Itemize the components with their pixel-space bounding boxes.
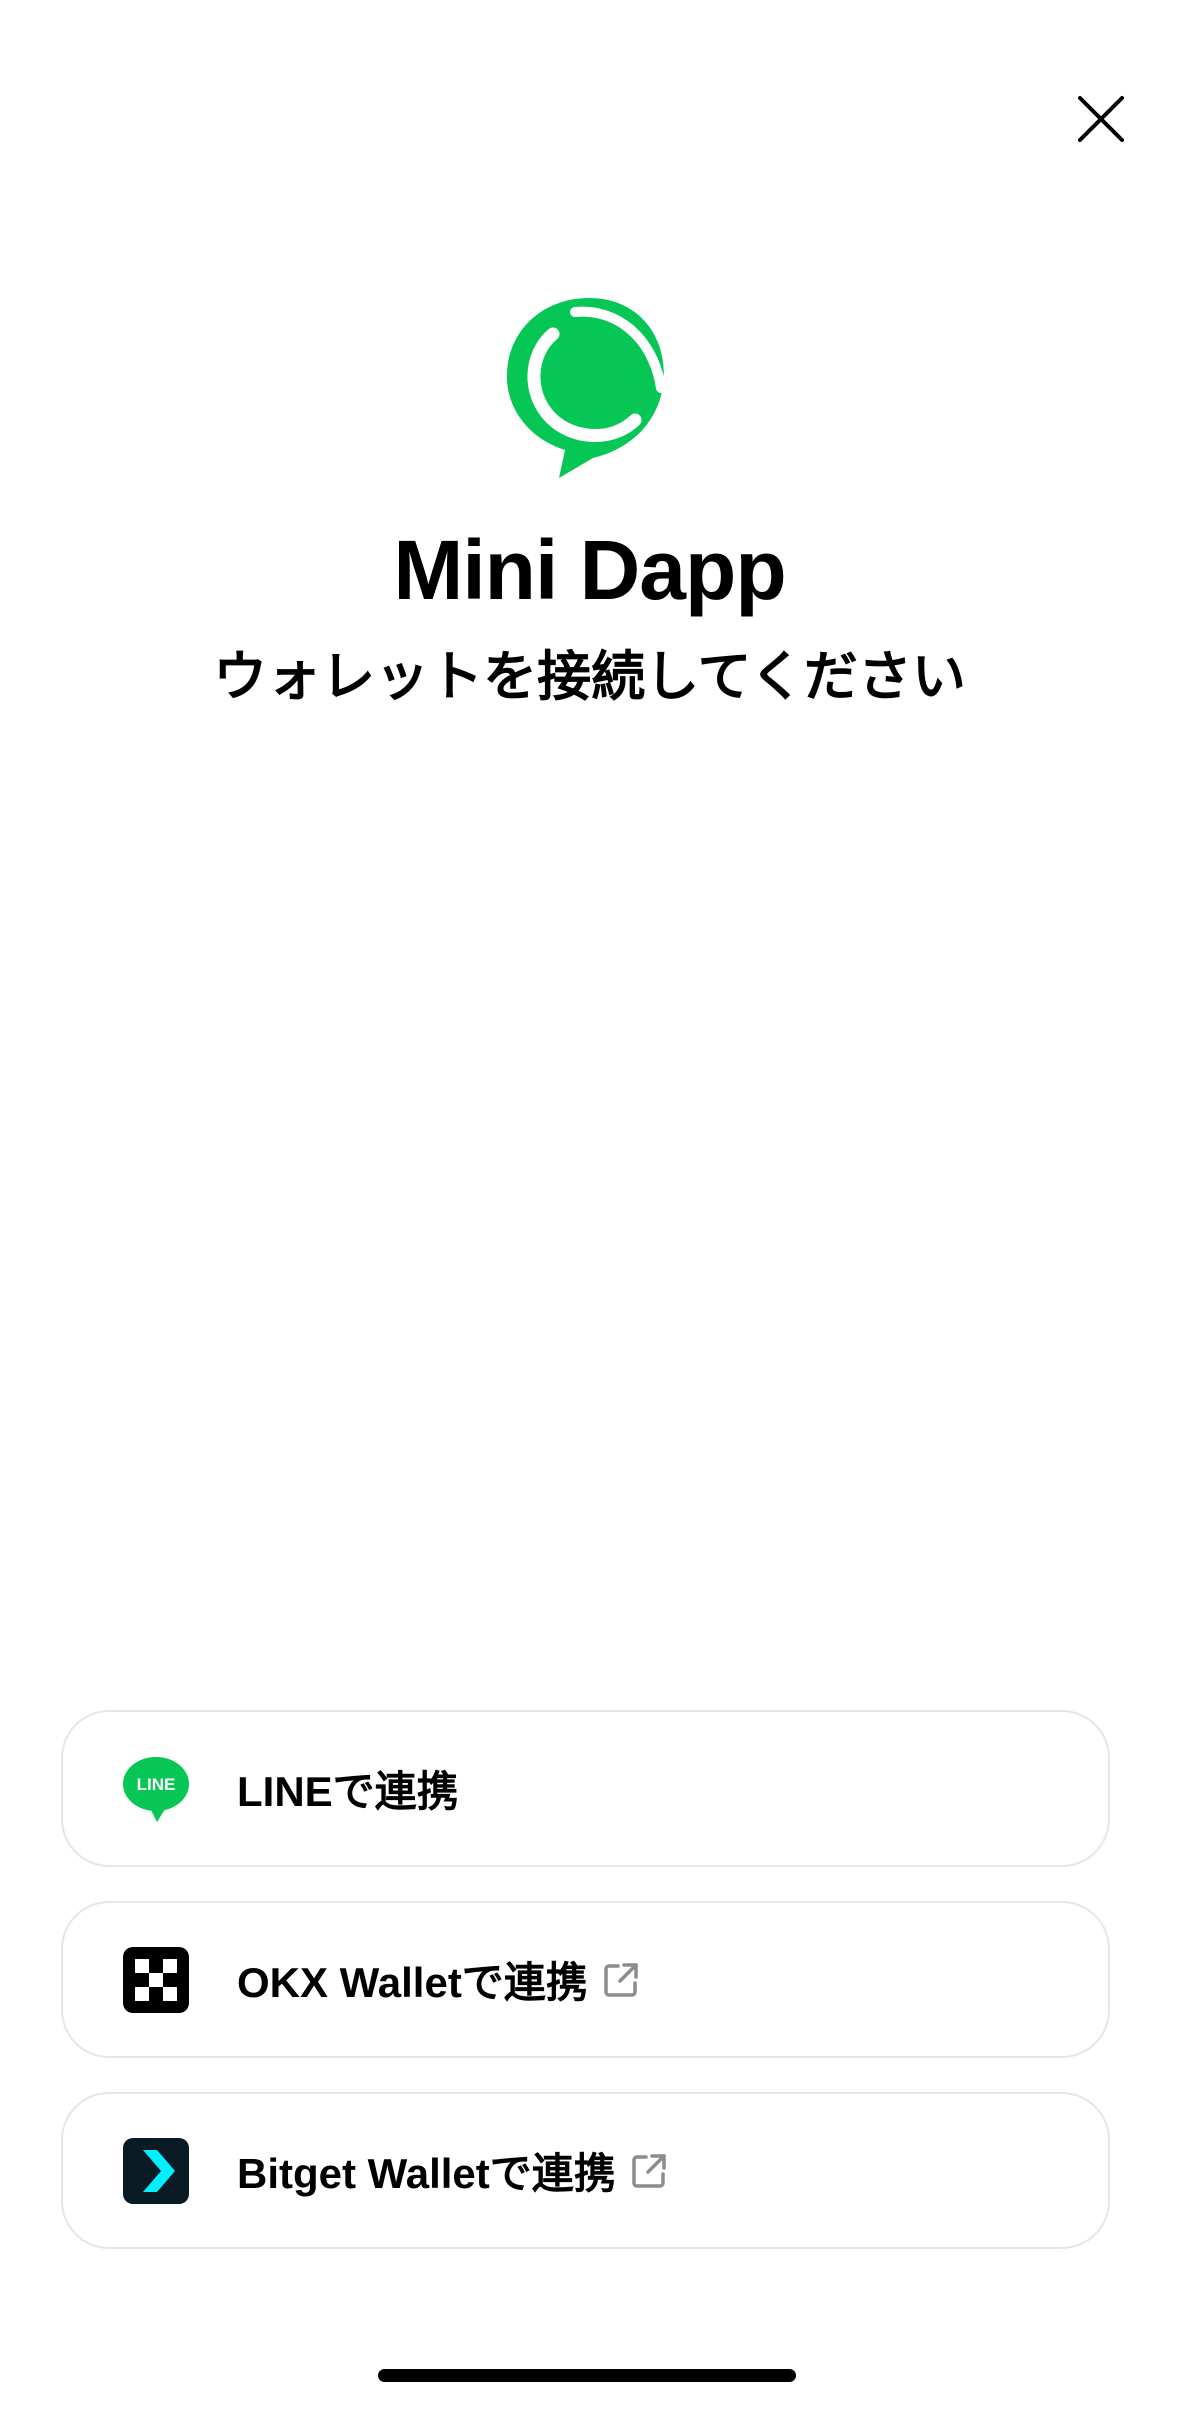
close-icon [1078, 96, 1124, 142]
connect-line-button[interactable]: LINE LINEで連携 [61, 1710, 1110, 1867]
connect-line-label: LINEで連携 [237, 1712, 459, 1865]
wallet-option-label: LINEで連携 [237, 1768, 459, 1815]
home-indicator[interactable] [378, 2369, 796, 2382]
external-link-icon [604, 1962, 638, 1997]
bitget-icon [123, 2138, 189, 2204]
connect-bitget-wallet-label: Bitget Walletで連携 [237, 2094, 668, 2247]
external-link-icon [632, 2153, 666, 2188]
svg-text:LINE: LINE [137, 1775, 176, 1794]
line-icon: LINE [123, 1757, 189, 1822]
close-button[interactable] [1070, 88, 1132, 150]
connect-bitget-wallet-button[interactable]: Bitget Walletで連携 [61, 2092, 1110, 2249]
connect-wallet-subtitle: ウォレットを接続してください [213, 645, 966, 708]
app-title: Mini Dapp [393, 523, 786, 617]
wallet-option-label: Bitget Walletで連携 [237, 2150, 616, 2197]
wallet-option-label: OKX Walletで連携 [237, 1959, 588, 2006]
okx-icon [123, 1947, 189, 2013]
mini-dapp-logo-icon [506, 298, 666, 478]
connect-okx-wallet-label: OKX Walletで連携 [237, 1903, 640, 2056]
connect-okx-wallet-button[interactable]: OKX Walletで連携 [61, 1901, 1110, 2058]
